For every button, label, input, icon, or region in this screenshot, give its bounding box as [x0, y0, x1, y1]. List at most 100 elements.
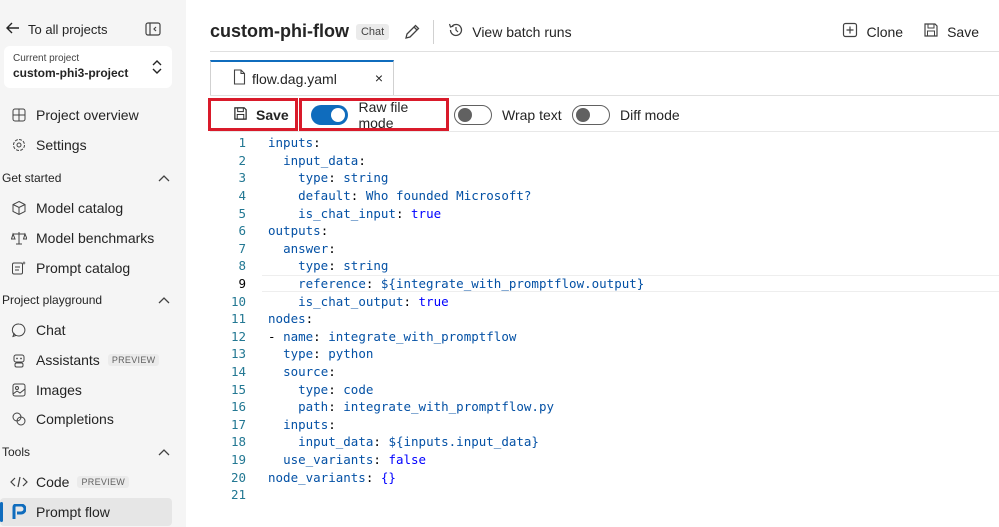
code-line[interactable]: 18 input_data: ${inputs.input_data}	[210, 433, 999, 451]
code-text: input_data:	[283, 152, 366, 168]
nav-label: Completions	[36, 411, 114, 427]
code-line[interactable]: 13 type: python	[210, 345, 999, 363]
section-project-playground[interactable]: Project playground	[2, 290, 170, 310]
code-text: nodes:	[268, 311, 314, 327]
code-icon	[10, 473, 28, 491]
pencil-icon[interactable]	[403, 23, 421, 41]
main-content: custom-phi-flow Chat View batch runs Clo…	[186, 0, 999, 527]
code-editor[interactable]: 1 inputs: 2 input_data: 3 type: string 4 def…	[210, 134, 999, 527]
arrow-left-icon	[6, 22, 20, 37]
nav-label: Code	[36, 474, 70, 490]
code-line[interactable]: 10 is_chat_output: true	[210, 292, 999, 310]
code-text: is_chat_output: true	[298, 293, 449, 309]
code-line[interactable]: 16 path: integrate_with_promptflow.py	[210, 398, 999, 416]
section-get-started[interactable]: Get started	[2, 168, 170, 188]
nav-chat[interactable]: Chat	[0, 316, 172, 344]
code-text: type: python	[283, 346, 374, 362]
toggle-switch[interactable]	[454, 105, 492, 125]
code-line[interactable]: 3 type: string	[210, 169, 999, 187]
nav-label: Model catalog	[36, 200, 124, 216]
image-icon	[10, 381, 28, 399]
sparkle-list-icon	[10, 259, 28, 277]
code-text: source:	[283, 364, 336, 380]
line-number: 11	[230, 311, 246, 327]
code-line[interactable]: 12 - name: integrate_with_promptflow	[210, 328, 999, 346]
nav-label: Model benchmarks	[36, 230, 155, 246]
save-icon	[233, 106, 248, 124]
code-line[interactable]: 17 inputs:	[210, 416, 999, 434]
collapse-sidebar-icon[interactable]	[145, 22, 163, 38]
nav-completions[interactable]: Completions	[0, 405, 172, 433]
divider	[433, 19, 435, 44]
chevron-up-icon	[158, 171, 170, 185]
nav-images[interactable]: Images	[0, 376, 172, 404]
nav-project-overview[interactable]: Project overview	[0, 101, 172, 129]
section-title: Tools	[2, 445, 31, 459]
code-line[interactable]: 20 node_variants: {}	[210, 468, 999, 486]
code-line[interactable]: 19 use_variants: false	[210, 451, 999, 469]
code-line[interactable]: 11 nodes:	[210, 310, 999, 328]
save-label: Save	[256, 106, 289, 123]
toggle-switch[interactable]	[572, 105, 610, 125]
code-line[interactable]: 5 is_chat_input: true	[210, 204, 999, 222]
line-number: 20	[230, 469, 246, 485]
nav-label: Chat	[36, 322, 66, 338]
wrap-text-toggle[interactable]: Wrap text	[454, 105, 562, 125]
line-number: 9	[238, 276, 246, 292]
tab-label: flow.dag.yaml	[252, 70, 337, 87]
line-number: 19	[230, 451, 246, 467]
current-project-selector[interactable]: Current project custom-phi3-project	[4, 46, 172, 88]
code-text: node_variants: {}	[268, 469, 396, 485]
wrap-text-label: Wrap text	[502, 107, 562, 123]
save-button[interactable]: Save	[208, 98, 298, 131]
line-number: 15	[230, 381, 246, 397]
code-line[interactable]: 6 outputs:	[210, 222, 999, 240]
nav-prompt-catalog[interactable]: Prompt catalog	[0, 254, 172, 282]
code-line[interactable]: 4 default: Who founded Microsoft?	[210, 187, 999, 205]
code-line[interactable]: 1 inputs:	[210, 134, 999, 152]
line-number: 1	[238, 135, 246, 151]
raw-file-mode-toggle[interactable]: Raw file mode	[299, 98, 449, 131]
header-save-button[interactable]: Save	[923, 22, 979, 41]
section-tools[interactable]: Tools	[2, 442, 170, 462]
code-line[interactable]: 14 source:	[210, 363, 999, 381]
view-batch-runs-button[interactable]: View batch runs	[448, 22, 572, 41]
nav-label: Assistants	[36, 352, 100, 368]
code-text: inputs:	[283, 416, 336, 432]
editor-toolbar: Save Raw file mode Wrap text Diff mode	[208, 98, 999, 132]
line-number: 6	[238, 223, 246, 239]
flow-type-chip: Chat	[355, 23, 390, 40]
nav-assistants[interactable]: Assistants PREVIEW	[0, 346, 172, 374]
code-line[interactable]: 21	[210, 486, 999, 504]
raw-file-mode-label: Raw file mode	[358, 98, 409, 131]
diff-mode-label: Diff mode	[620, 107, 680, 123]
history-icon	[448, 22, 464, 41]
line-number: 16	[230, 399, 246, 415]
close-icon[interactable]: ×	[375, 70, 383, 86]
nav-settings[interactable]: Settings	[0, 131, 172, 159]
nav-model-catalog[interactable]: Model catalog	[0, 194, 172, 222]
line-number: 21	[230, 487, 246, 503]
clone-button[interactable]: Clone	[842, 22, 903, 41]
sidebar: To all projects Current project custom-p…	[0, 0, 186, 527]
code-line[interactable]: 2 input_data:	[210, 152, 999, 170]
tab-flow-dag-yaml[interactable]: flow.dag.yaml ×	[210, 60, 394, 95]
code-line[interactable]: 9 reference: ${integrate_with_promptflow…	[210, 274, 999, 293]
grid-icon	[10, 106, 28, 124]
nav-model-benchmarks[interactable]: Model benchmarks	[0, 224, 172, 252]
code-text: - name: integrate_with_promptflow	[268, 328, 517, 344]
nav-code[interactable]: Code PREVIEW	[0, 468, 172, 496]
code-line[interactable]: 7 answer:	[210, 240, 999, 258]
code-line[interactable]: 8 type: string	[210, 257, 999, 275]
line-number: 2	[238, 152, 246, 168]
diff-mode-toggle[interactable]: Diff mode	[572, 105, 680, 125]
promptflow-icon	[10, 503, 28, 521]
code-text: outputs:	[268, 223, 329, 239]
code-line[interactable]: 15 type: code	[210, 380, 999, 398]
nav-prompt-flow[interactable]: Prompt flow	[0, 498, 172, 526]
code-text: answer:	[283, 240, 336, 256]
toggle-switch[interactable]	[311, 104, 349, 125]
back-to-projects-link[interactable]: To all projects	[6, 22, 107, 37]
nav-label: Prompt flow	[36, 504, 110, 520]
code-text: type: string	[298, 258, 389, 274]
